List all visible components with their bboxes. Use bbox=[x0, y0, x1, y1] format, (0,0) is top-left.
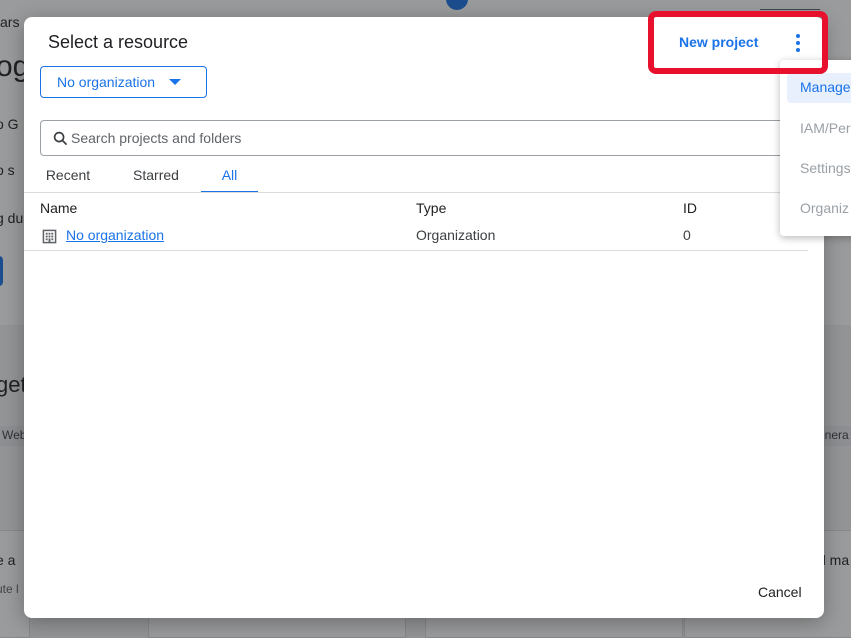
resource-type: Organization bbox=[416, 227, 496, 243]
column-header-type: Type bbox=[416, 200, 447, 216]
divider bbox=[24, 192, 824, 193]
tab-starred[interactable]: Starred bbox=[124, 160, 188, 193]
search-input[interactable] bbox=[71, 130, 671, 146]
menu-item-organization[interactable]: Organiz bbox=[800, 200, 849, 216]
column-header-name: Name bbox=[40, 200, 78, 216]
select-resource-dialog: Select a resource New project No organiz… bbox=[24, 17, 824, 618]
annotation-highlight-box bbox=[648, 11, 828, 74]
building-icon bbox=[42, 229, 57, 244]
organization-dropdown[interactable]: No organization bbox=[40, 66, 207, 98]
resource-name-link[interactable]: No organization bbox=[66, 227, 164, 243]
overflow-menu: Manage IAM/Per Settings Organiz bbox=[780, 60, 851, 236]
search-icon bbox=[53, 131, 68, 145]
tab-all[interactable]: All bbox=[201, 160, 258, 193]
menu-item-manage[interactable]: Manage bbox=[787, 73, 851, 103]
column-header-id: ID bbox=[683, 200, 697, 216]
dialog-title: Select a resource bbox=[48, 32, 189, 52]
tab-recent[interactable]: Recent bbox=[44, 160, 92, 193]
organization-dropdown-value: No organization bbox=[57, 74, 156, 90]
table-row[interactable]: No organization Organization 0 bbox=[24, 222, 808, 251]
menu-item-iam[interactable]: IAM/Per bbox=[800, 120, 851, 136]
resource-id: 0 bbox=[683, 227, 691, 243]
cancel-button[interactable]: Cancel bbox=[758, 584, 802, 600]
caret-down-icon bbox=[169, 79, 182, 85]
search-field[interactable] bbox=[40, 120, 824, 156]
menu-item-settings[interactable]: Settings bbox=[800, 160, 851, 176]
